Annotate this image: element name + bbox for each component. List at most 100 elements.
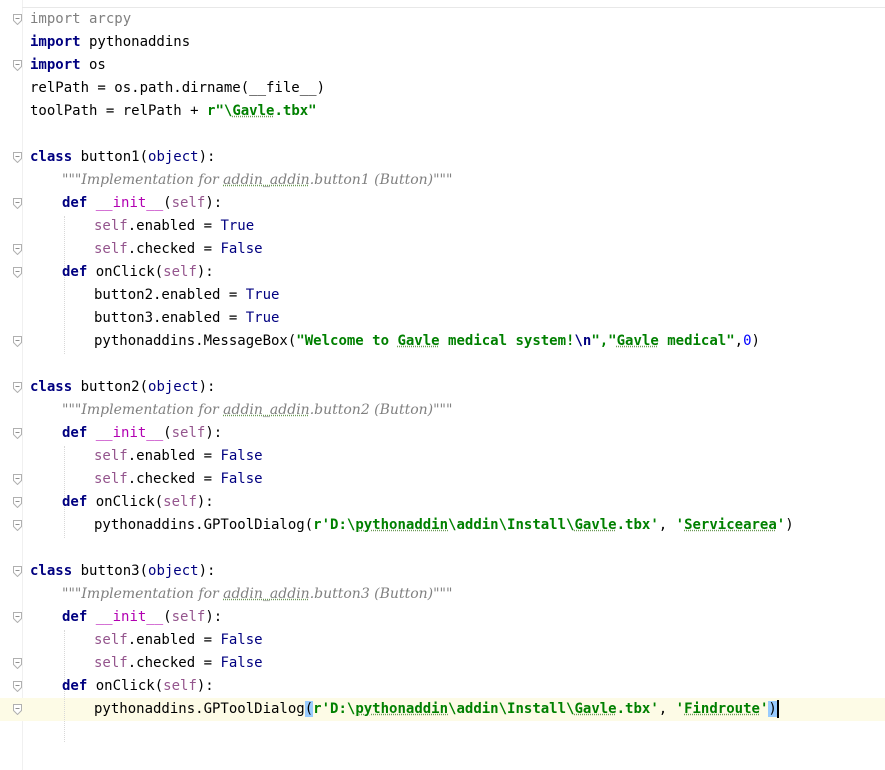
fold-marker-icon[interactable] — [13, 382, 22, 393]
code-token: toolPath = relPath + — [30, 103, 208, 119]
code-token: ( — [163, 195, 172, 211]
code-token: button1( — [72, 149, 149, 165]
code-token: Gavle — [397, 333, 440, 349]
code-token: ): — [198, 379, 216, 395]
indent-guide — [64, 216, 65, 354]
code-line[interactable]: import os — [30, 54, 106, 77]
code-line[interactable]: def __init__(self): — [62, 192, 222, 215]
code-token: def — [62, 609, 88, 625]
code-token: ) — [751, 333, 760, 349]
code-line[interactable]: pythonaddins.MessageBox("Welcome to Gavl… — [94, 330, 760, 353]
fold-marker-icon[interactable] — [13, 658, 22, 669]
fold-marker-icon[interactable] — [13, 198, 22, 209]
fold-marker-icon[interactable] — [13, 152, 22, 163]
code-line[interactable]: self.checked = False — [94, 238, 263, 261]
fold-marker-icon[interactable] — [13, 681, 22, 692]
code-line[interactable]: self.enabled = False — [94, 445, 263, 468]
code-line[interactable]: class button2(object): — [30, 376, 215, 399]
code-token: .enabled = — [127, 632, 221, 648]
code-line[interactable]: button2.enabled = True — [94, 284, 279, 307]
fold-marker-icon[interactable] — [13, 474, 22, 485]
code-token: \addin\Install\ — [448, 701, 575, 717]
code-line[interactable]: self.checked = False — [94, 652, 263, 675]
code-token: def — [62, 264, 88, 280]
code-token: pythonaddins.MessageBox( — [94, 333, 297, 349]
code-token: self — [94, 471, 128, 487]
fold-marker-icon[interactable] — [13, 704, 22, 715]
code-line[interactable]: self.enabled = True — [94, 215, 254, 238]
code-token: def — [62, 195, 88, 211]
code-token: pythonaddins — [80, 34, 191, 50]
code-token: \n — [574, 333, 592, 349]
code-token: self — [171, 609, 206, 625]
code-line[interactable]: """Implementation for addin_addin.button… — [62, 169, 452, 192]
code-token: "," — [591, 333, 617, 349]
code-line[interactable]: def onClick(self): — [62, 491, 214, 514]
code-token: r"\ — [207, 103, 233, 119]
code-line[interactable]: button3.enabled = True — [94, 307, 279, 330]
code-line[interactable]: """Implementation for addin_addin.button… — [62, 583, 452, 606]
fold-marker-icon[interactable] — [13, 267, 22, 278]
code-token: import — [30, 34, 81, 50]
code-line[interactable]: pythonaddins.GPToolDialog(r'D:\pythonadd… — [94, 514, 794, 537]
code-token: False — [220, 471, 263, 487]
code-line[interactable]: import arcpy — [30, 8, 131, 31]
fold-marker-icon[interactable] — [13, 612, 22, 623]
code-token: medical" — [658, 333, 735, 349]
fold-marker-icon[interactable] — [13, 520, 22, 531]
code-token: .checked = — [127, 241, 221, 257]
code-token: onClick( — [87, 494, 164, 510]
code-token: button2.enabled = — [94, 287, 246, 303]
code-token: .button2 (Button)""" — [309, 402, 453, 418]
code-token: ' — [675, 701, 685, 717]
code-line[interactable]: def onClick(self): — [62, 261, 214, 284]
code-token: pythonaddins.GPToolDialog — [94, 701, 305, 717]
code-token: onClick( — [87, 264, 164, 280]
code-token: pythonaddin — [355, 517, 449, 533]
code-line[interactable]: def __init__(self): — [62, 606, 222, 629]
code-token: .enabled = — [127, 448, 221, 464]
code-token: .checked = — [127, 471, 221, 487]
code-line[interactable]: toolPath = relPath + r"\Gavle.tbx" — [30, 100, 317, 123]
code-line[interactable]: def onClick(self): — [62, 675, 214, 698]
fold-marker-icon[interactable] — [13, 428, 22, 439]
code-token: True — [220, 218, 255, 234]
code-line[interactable]: pythonaddins.GPToolDialog(r'D:\pythonadd… — [94, 698, 779, 721]
code-token: """Implementation for — [62, 402, 224, 418]
fold-marker-icon[interactable] — [13, 60, 22, 71]
fold-marker-icon[interactable] — [13, 14, 22, 25]
code-line[interactable]: self.enabled = False — [94, 629, 263, 652]
code-line[interactable]: """Implementation for addin_addin.button… — [62, 399, 452, 422]
fold-marker-icon[interactable] — [13, 497, 22, 508]
code-line[interactable]: relPath = os.path.dirname(__file__) — [30, 77, 325, 100]
code-token: Gavle — [574, 701, 617, 717]
code-token: False — [220, 632, 263, 648]
code-token: 0 — [743, 333, 752, 349]
code-editor[interactable]: import arcpy import pythonaddins import os… — [0, 0, 885, 770]
code-line[interactable]: import pythonaddins — [30, 31, 190, 54]
code-token: ): — [205, 425, 223, 441]
code-line[interactable]: self.checked = False — [94, 468, 263, 491]
code-token: .button1 (Button)""" — [309, 172, 453, 188]
code-token: \addin\Install\ — [448, 517, 575, 533]
code-token: self — [94, 448, 128, 464]
code-line[interactable]: def __init__(self): — [62, 422, 222, 445]
code-token: "Welcome to — [296, 333, 398, 349]
code-token: def — [62, 494, 88, 510]
code-token: ): — [198, 149, 216, 165]
fold-marker-icon[interactable] — [13, 336, 22, 347]
code-token: import — [30, 57, 81, 73]
code-token: relPath = os.path.dirname(__file__) — [30, 80, 326, 96]
code-token: def — [62, 425, 88, 441]
fold-marker-icon[interactable] — [13, 244, 22, 255]
code-line[interactable]: class button3(object): — [30, 560, 215, 583]
fold-marker-icon[interactable] — [13, 566, 22, 577]
code-token: .enabled = — [127, 218, 221, 234]
code-token: .tbx" — [274, 103, 317, 119]
code-token: pythonaddins.GPToolDialog( — [94, 517, 314, 533]
code-line[interactable]: class button1(object): — [30, 146, 215, 169]
code-token: import — [30, 11, 81, 27]
